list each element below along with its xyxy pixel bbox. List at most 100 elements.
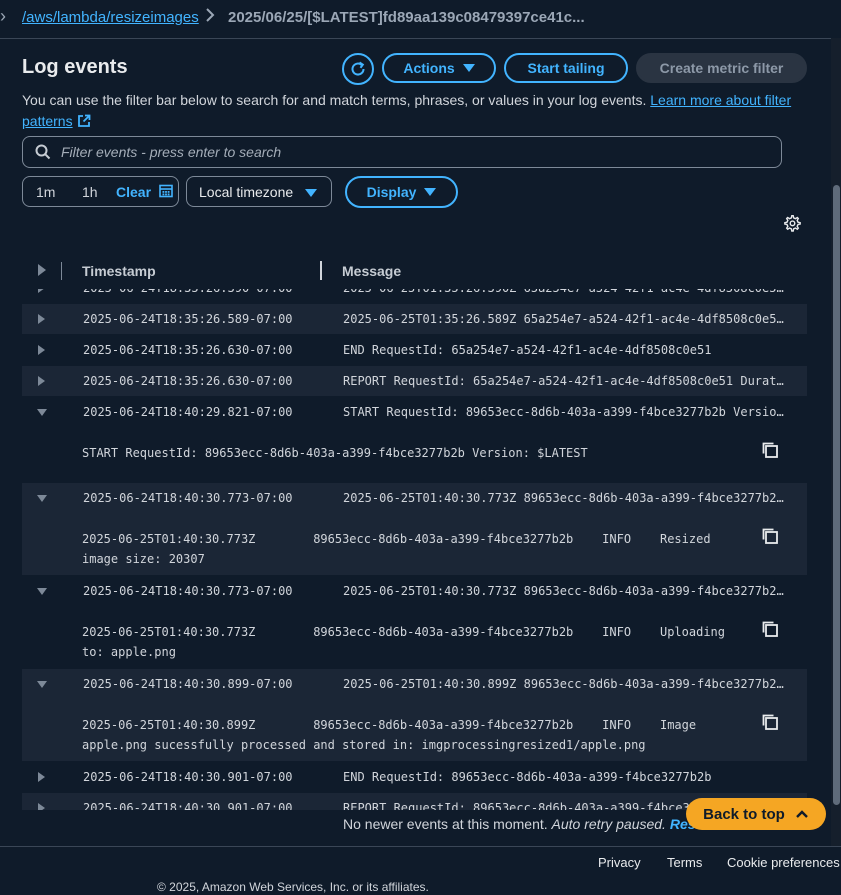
caret-right-icon[interactable] [38, 345, 45, 355]
table-row-summary[interactable]: 2025-06-24T18:35:26.630-07:00 END Request… [22, 335, 807, 365]
table-row[interactable]: 2025-06-24T18:35:26.589-07:00 2025-06-25T… [22, 304, 807, 335]
scrollbar-thumb[interactable] [833, 185, 840, 805]
message-detail: START RequestId: 89653ecc-8d6b-403a-a399… [82, 446, 588, 460]
table-row-summary[interactable]: 2025-06-24T18:35:26.390-07:00 2025-06-25T… [22, 289, 807, 303]
timestamp-cell: 2025-06-24T18:35:26.630-07:00 [83, 374, 293, 388]
detail-wrapper: 2025-06-25T01:40:30.773Z 89653ecc-8d6b-4… [22, 513, 807, 575]
log-events-table: 2025-06-24T18:35:26.390-07:00 2025-06-25T… [22, 289, 807, 810]
message-cell: REPORT RequestId: 65a254e7-a524-42f1-ac4… [343, 374, 787, 388]
description-text: You can use the filter bar below to sear… [22, 92, 647, 108]
start-tailing-button[interactable]: Start tailing [504, 53, 628, 83]
table-row[interactable]: 2025-06-24T18:35:26.390-07:00 2025-06-25T… [22, 289, 807, 304]
timestamp-cell: 2025-06-24T18:35:26.390-07:00 [83, 289, 293, 295]
caret-right-icon[interactable] [38, 314, 45, 324]
detail-wrapper: 2025-06-25T01:40:30.773Z 89653ecc-8d6b-4… [22, 606, 807, 668]
back-to-top-label: Back to top [703, 805, 785, 823]
table-row[interactable]: 2025-06-24T18:35:26.630-07:00 REPORT Requ… [22, 366, 807, 397]
timestamp-cell: 2025-06-24T18:40:30.773-07:00 [83, 584, 293, 598]
message-detail: 2025-06-25T01:40:30.773Z 89653ecc-8d6b-4… [82, 532, 711, 566]
table-row-summary[interactable]: 2025-06-24T18:40:30.773-07:00 2025-06-25T… [22, 483, 807, 513]
copy-icon[interactable] [761, 713, 779, 735]
actions-label: Actions [403, 60, 455, 76]
refresh-icon [351, 61, 365, 76]
table-row[interactable]: 2025-06-24T18:40:29.821-07:00 START Reque… [22, 397, 807, 483]
breadcrumb-log-group-link[interactable]: /aws/lambda/resizeimages [22, 9, 199, 26]
table-row[interactable]: 2025-06-24T18:35:26.630-07:00 END Request… [22, 335, 807, 366]
page-title: Log events [22, 56, 128, 78]
detail-wrapper: 2025-06-25T01:40:30.899Z 89653ecc-8d6b-4… [22, 699, 807, 761]
footer-terms-link[interactable]: Terms [667, 855, 702, 870]
message-cell: 2025-06-25T01:40:30.773Z 89653ecc-8d6b-4… [343, 491, 787, 505]
column-header-message[interactable]: Message [342, 263, 401, 279]
caret-down-icon[interactable] [37, 681, 47, 688]
refresh-button[interactable] [342, 53, 374, 85]
table-row[interactable]: 2025-06-24T18:40:30.773-07:00 2025-06-25T… [22, 576, 807, 669]
copy-icon[interactable] [761, 620, 779, 642]
footer-privacy-link[interactable]: Privacy [598, 855, 641, 870]
timestamp-cell: 2025-06-24T18:40:30.773-07:00 [83, 491, 293, 505]
chevron-right-icon: › [0, 6, 6, 26]
caret-down-icon[interactable] [37, 588, 47, 595]
timestamp-cell: 2025-06-24T18:40:30.901-07:00 [83, 801, 293, 810]
chevron-up-icon [795, 810, 808, 818]
expand-all-icon[interactable] [38, 264, 46, 276]
caret-down-icon[interactable] [37, 495, 47, 502]
display-label: Display [366, 184, 417, 200]
timestamp-cell: 2025-06-24T18:40:29.821-07:00 [83, 405, 293, 419]
breadcrumb: › /aws/lambda/resizeimages 2025/06/25/[$… [0, 0, 841, 38]
search-input[interactable] [59, 143, 763, 161]
calendar-icon[interactable] [159, 184, 173, 201]
timestamp-cell: 2025-06-24T18:40:30.901-07:00 [83, 770, 293, 784]
time-range-selector: 1m 1h Clear [22, 176, 179, 207]
timestamp-cell: 2025-06-24T18:35:26.630-07:00 [83, 343, 293, 357]
caret-down-icon[interactable] [37, 409, 47, 416]
range-1h[interactable]: 1h [82, 184, 98, 200]
timezone-label: Local timezone [199, 183, 294, 200]
message-cell: END RequestId: 65a254e7-a524-42f1-ac4e-4… [343, 343, 712, 357]
detail-wrapper: START RequestId: 89653ecc-8d6b-403a-a399… [22, 427, 807, 469]
caret-right-icon[interactable] [38, 772, 45, 782]
column-divider [61, 262, 62, 280]
caret-down-icon [305, 189, 317, 197]
caret-down-icon [424, 188, 437, 196]
table-row-summary[interactable]: 2025-06-24T18:35:26.589-07:00 2025-06-25T… [22, 304, 807, 334]
back-to-top-button[interactable]: Back to top [686, 798, 826, 830]
message-cell: END RequestId: 89653ecc-8d6b-403a-a399-f… [343, 770, 712, 784]
column-header-timestamp[interactable]: Timestamp [82, 263, 156, 279]
table-row-summary[interactable]: 2025-06-24T18:40:30.899-07:00 2025-06-25T… [22, 669, 807, 699]
table-row-summary[interactable]: 2025-06-24T18:40:30.901-07:00 END Request… [22, 762, 807, 792]
message-cell: START RequestId: 89653ecc-8d6b-403a-a399… [343, 405, 787, 419]
copy-icon[interactable] [761, 527, 779, 549]
message-cell: 2025-06-25T01:35:26.390Z 65a254e7-a524-4… [343, 289, 787, 295]
caret-right-icon[interactable] [38, 803, 45, 810]
chevron-right-icon [205, 7, 215, 28]
timezone-select[interactable]: Local timezone [186, 176, 332, 207]
description: You can use the filter bar below to sear… [22, 90, 792, 132]
create-metric-filter-button[interactable]: Create metric filter [636, 53, 807, 83]
message-cell: 2025-06-25T01:35:26.589Z 65a254e7-a524-4… [343, 312, 787, 326]
range-clear[interactable]: Clear [116, 184, 151, 200]
table-row-summary[interactable]: 2025-06-24T18:40:29.821-07:00 START Reque… [22, 397, 807, 427]
message-detail: 2025-06-25T01:40:30.773Z 89653ecc-8d6b-4… [82, 625, 725, 659]
table-row[interactable]: 2025-06-24T18:40:30.899-07:00 2025-06-25T… [22, 669, 807, 762]
table-row-summary[interactable]: 2025-06-24T18:35:26.630-07:00 REPORT Requ… [22, 366, 807, 396]
gear-icon[interactable] [784, 215, 801, 237]
start-tailing-label: Start tailing [527, 60, 605, 76]
footer-cookie-link[interactable]: Cookie preferences [727, 855, 840, 870]
log-events-panel: Log events Actions Start tailing Create … [0, 38, 831, 847]
caret-right-icon[interactable] [38, 289, 45, 293]
actions-button[interactable]: Actions [382, 53, 496, 83]
table-row-summary[interactable]: 2025-06-24T18:40:30.773-07:00 2025-06-25T… [22, 576, 807, 606]
range-1m[interactable]: 1m [36, 184, 55, 200]
column-resize-handle[interactable] [320, 261, 322, 280]
external-link-icon [77, 114, 90, 127]
table-row[interactable]: 2025-06-24T18:40:30.773-07:00 2025-06-25T… [22, 483, 807, 576]
no-newer-text: No newer events at this moment. [343, 816, 548, 832]
search-icon [35, 144, 51, 160]
display-button[interactable]: Display [345, 176, 458, 208]
status-message: No newer events at this moment. Auto ret… [343, 816, 724, 832]
table-row[interactable]: 2025-06-24T18:40:30.901-07:00 END Request… [22, 762, 807, 793]
footer-copyright: © 2025, Amazon Web Services, Inc. or its… [157, 880, 429, 894]
caret-right-icon[interactable] [38, 376, 45, 386]
copy-icon[interactable] [761, 441, 779, 463]
